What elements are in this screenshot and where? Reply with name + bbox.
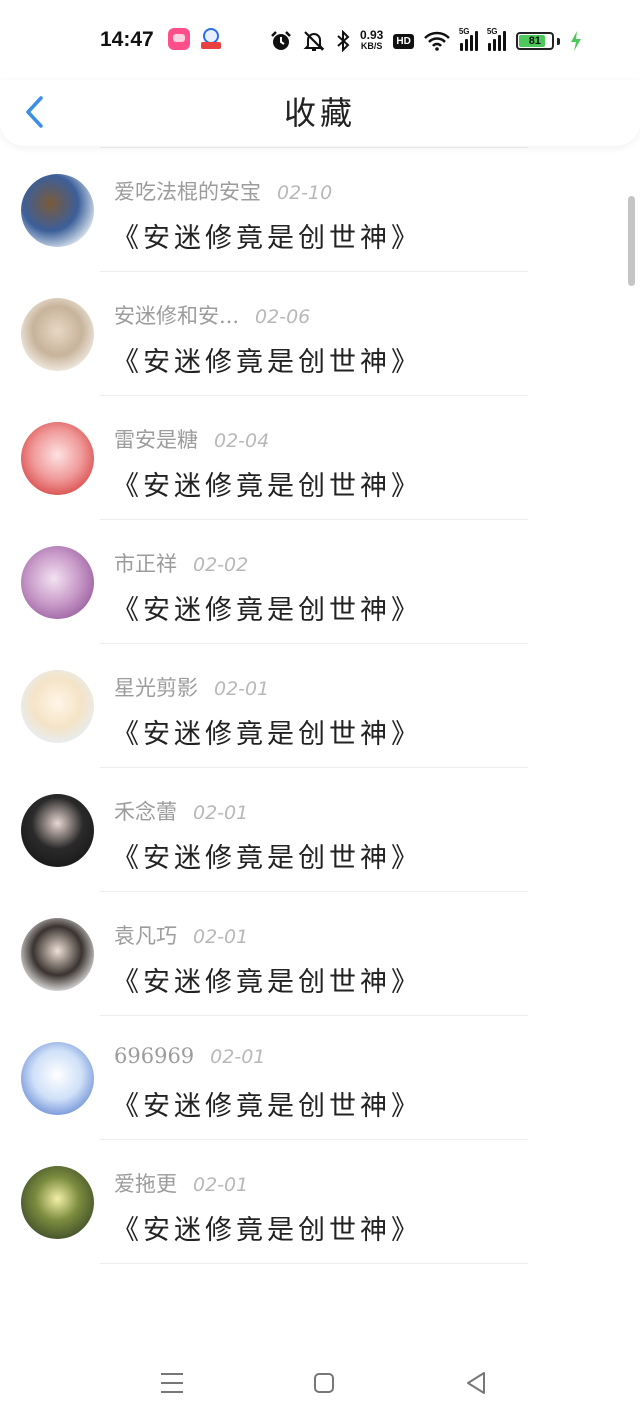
hd-badge: HD [393, 33, 414, 49]
charging-icon [570, 31, 581, 51]
author-name[interactable]: 爱吃法棍的安宝 [114, 180, 261, 204]
author-line: 禾念蕾 02-01 [114, 796, 248, 826]
author-line: 爱吃法棍的安宝 02-10 [114, 176, 332, 206]
author-name[interactable]: 市正祥 [114, 552, 177, 576]
navigation-bar [0, 1340, 640, 1422]
favorites-list[interactable]: 《安迷修竟是创世神》爱吃法棍的安宝02-10《安迷修竟是创世神》安迷修和安...… [0, 80, 640, 1340]
avatar[interactable] [21, 546, 94, 619]
author-line: 雷安是糖 02-04 [114, 424, 269, 454]
avatar[interactable] [21, 670, 94, 743]
avatar[interactable] [21, 1042, 94, 1115]
author-line: 爱拖更 02-01 [114, 1168, 248, 1198]
header: 收藏 [0, 80, 640, 146]
book-title[interactable]: 《安迷修竟是创世神》 [112, 464, 422, 503]
menu-icon [161, 1373, 183, 1393]
avatar[interactable] [21, 794, 94, 867]
wifi-icon [423, 31, 450, 51]
scrollbar-thumb[interactable] [628, 196, 635, 286]
list-item[interactable]: 雷安是糖 02-04 《安迷修竟是创世神》 [0, 396, 620, 520]
item-date: 02-04 [214, 430, 270, 452]
avatar[interactable] [21, 1166, 94, 1239]
avatar[interactable] [21, 298, 94, 371]
item-date: 02-01 [210, 1046, 266, 1068]
home-button[interactable] [304, 1366, 344, 1400]
author-name[interactable]: 爱拖更 [114, 1172, 177, 1196]
avatar[interactable] [21, 422, 94, 495]
battery-icon: 81 [515, 32, 560, 50]
author-name[interactable]: 禾念蕾 [114, 800, 177, 824]
item-date: 02-01 [193, 926, 249, 948]
book-title[interactable]: 《安迷修竟是创世神》 [112, 960, 422, 999]
list-item[interactable]: 袁凡巧 02-01 《安迷修竟是创世神》 [0, 892, 620, 1016]
book-title[interactable]: 《安迷修竟是创世神》 [112, 216, 422, 255]
list-item[interactable]: 星光剪影 02-01 《安迷修竟是创世神》 [0, 644, 620, 768]
list-item[interactable]: 696969 02-01 《安迷修竟是创世神》 [0, 1016, 620, 1140]
item-date: 02-01 [193, 802, 249, 824]
list-item[interactable]: 市正祥 02-02 《安迷修竟是创世神》 [0, 520, 620, 644]
list-item[interactable]: 爱吃法棍的安宝 02-10 《安迷修竟是创世神》 [0, 148, 620, 272]
list-item[interactable]: 爱拖更 02-01 《安迷修竟是创世神》 [0, 1140, 620, 1264]
item-date: 02-02 [193, 554, 249, 576]
author-line: 市正祥 02-02 [114, 548, 248, 578]
item-date: 02-10 [277, 182, 333, 204]
menu-button[interactable] [152, 1366, 192, 1400]
author-name[interactable]: 袁凡巧 [114, 924, 177, 948]
book-title[interactable]: 《安迷修竟是创世神》 [112, 1084, 422, 1123]
author-name[interactable]: 安迷修和安... [114, 304, 239, 328]
author-line: 安迷修和安... 02-06 [114, 300, 310, 330]
status-icons: 0.93 KB/S HD 5G 5G 81 [270, 27, 582, 54]
status-bar: 14:47 0.93 KB/S HD 5G 5G 81 [0, 0, 640, 80]
item-date: 02-01 [193, 1174, 249, 1196]
app-notification-icon [200, 28, 222, 50]
alarm-icon [271, 31, 291, 50]
book-title[interactable]: 《安迷修竟是创世神》 [112, 836, 422, 875]
list-item[interactable]: 禾念蕾 02-01 《安迷修竟是创世神》 [0, 768, 620, 892]
status-time: 14:47 [100, 28, 154, 51]
author-line: 星光剪影 02-01 [114, 672, 269, 702]
back-triangle-icon [467, 1372, 485, 1394]
author-name[interactable]: 696969 [114, 1044, 194, 1068]
mute-icon [303, 31, 325, 51]
list-item[interactable]: 安迷修和安... 02-06 《安迷修竟是创世神》 [0, 272, 620, 396]
author-line: 袁凡巧 02-01 [114, 920, 248, 950]
author-line: 696969 02-01 [114, 1044, 265, 1068]
bilibili-app-icon [168, 28, 190, 50]
book-title[interactable]: 《安迷修竟是创世神》 [112, 712, 422, 751]
bluetooth-icon [337, 30, 350, 52]
signal-icon: 5G [459, 27, 478, 51]
item-date: 02-06 [255, 306, 311, 328]
home-square-icon [314, 1373, 334, 1393]
page-title: 收藏 [283, 94, 356, 132]
signal-icon-2: 5G [487, 27, 506, 51]
book-title[interactable]: 《安迷修竟是创世神》 [112, 340, 422, 379]
author-name[interactable]: 星光剪影 [114, 676, 198, 700]
item-date: 02-01 [214, 678, 270, 700]
book-title[interactable]: 《安迷修竟是创世神》 [112, 588, 422, 627]
book-title[interactable]: 《安迷修竟是创世神》 [112, 1208, 422, 1247]
author-name[interactable]: 雷安是糖 [114, 428, 198, 452]
avatar[interactable] [21, 918, 94, 991]
avatar[interactable] [21, 174, 94, 247]
net-speed: 0.93 KB/S [360, 28, 384, 51]
back-nav-button[interactable] [456, 1366, 496, 1400]
divider [100, 1263, 528, 1264]
